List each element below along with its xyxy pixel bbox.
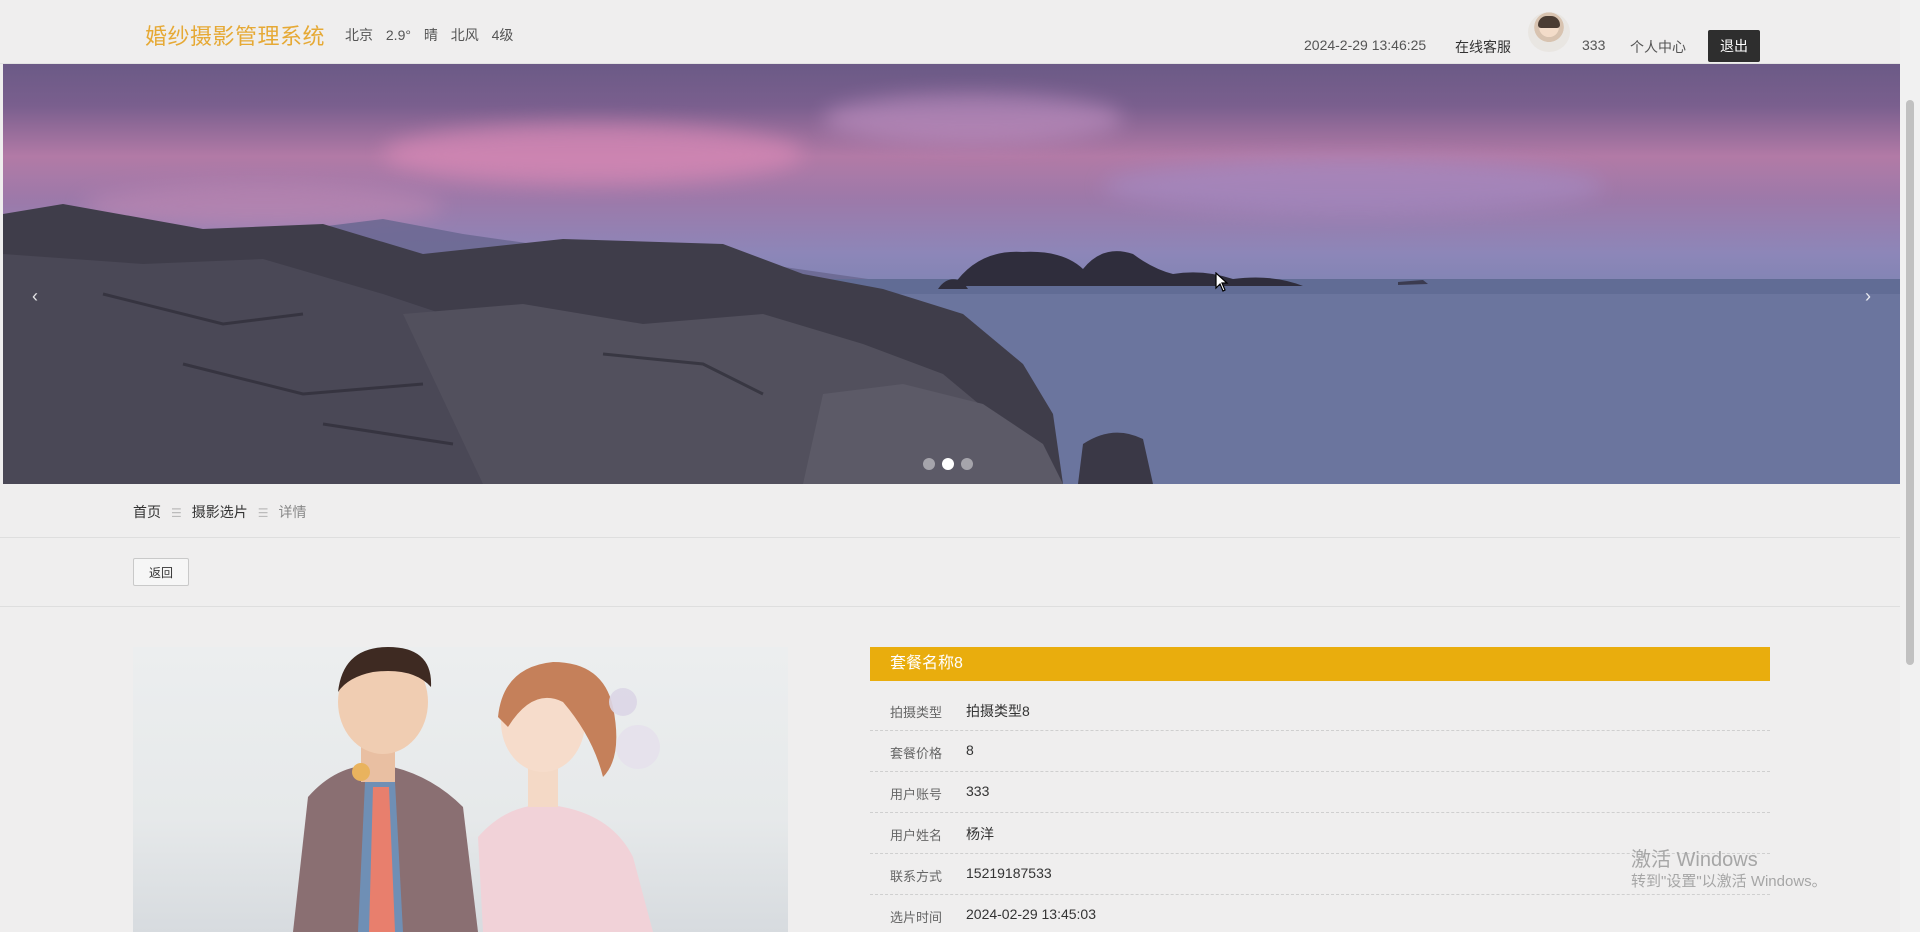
breadcrumb-home[interactable]: 首页 bbox=[133, 504, 161, 520]
detail-label: 用户姓名 bbox=[890, 828, 943, 843]
top-header: 婚纱摄影管理系统 北京 2.9° 晴 北风 4级 2024-2-29 13:46… bbox=[0, 0, 1900, 64]
banner-carousel: ‹ › bbox=[3, 64, 1900, 484]
package-photo bbox=[133, 647, 788, 932]
detail-label: 拍摄类型 bbox=[890, 705, 943, 720]
carousel-dot-2[interactable] bbox=[942, 458, 954, 470]
detail-value: 333 bbox=[966, 783, 990, 799]
username-label: 333 bbox=[1582, 37, 1606, 53]
windows-activation-watermark: 激活 Windows bbox=[1631, 849, 1758, 871]
scrollbar-thumb[interactable] bbox=[1906, 100, 1914, 665]
site-logo[interactable]: 婚纱摄影管理系统 bbox=[145, 19, 325, 51]
current-datetime: 2024-2-29 13:46:25 bbox=[1304, 37, 1427, 53]
back-button[interactable]: 返回 bbox=[133, 558, 189, 586]
breadcrumb-current: 详情 bbox=[278, 504, 307, 520]
detail-value: 2024-02-29 13:45:03 bbox=[966, 906, 1096, 922]
carousel-prev-arrow[interactable]: ‹ bbox=[23, 276, 47, 316]
weather-condition: 晴 bbox=[423, 27, 438, 43]
profile-center-link[interactable]: 个人中心 bbox=[1630, 37, 1686, 57]
weather-wind: 北风 bbox=[450, 27, 479, 43]
online-service-link[interactable]: 在线客服 bbox=[1455, 37, 1511, 57]
divider bbox=[0, 606, 1900, 607]
banner-landscape bbox=[3, 204, 1900, 484]
breadcrumb: 首页 ☰ 摄影选片 ☰ 详情 bbox=[133, 502, 307, 522]
carousel-indicators bbox=[923, 457, 980, 475]
detail-label: 选片时间 bbox=[890, 910, 943, 925]
carousel-dot-3[interactable] bbox=[961, 458, 973, 470]
package-name-title: 套餐名称8 bbox=[870, 647, 1770, 681]
weather-city: 北京 bbox=[345, 27, 373, 43]
weather-wind-level: 4级 bbox=[491, 27, 514, 43]
breadcrumb-separator-icon: ☰ bbox=[171, 506, 182, 520]
weather-temperature: 2.9° bbox=[385, 27, 411, 43]
carousel-dot-1[interactable] bbox=[923, 458, 935, 470]
breadcrumb-separator-icon: ☰ bbox=[257, 506, 269, 520]
detail-row: 套餐价格 8 bbox=[870, 731, 1770, 772]
detail-label: 用户账号 bbox=[890, 787, 943, 802]
detail-row: 拍摄类型 拍摄类型8 bbox=[870, 690, 1770, 731]
detail-value: 8 bbox=[966, 742, 974, 758]
detail-value: 杨洋 bbox=[966, 826, 994, 842]
carousel-next-arrow[interactable]: › bbox=[1856, 276, 1880, 316]
detail-row: 用户账号 333 bbox=[870, 772, 1770, 813]
breadcrumb-section[interactable]: 摄影选片 bbox=[192, 504, 248, 520]
detail-value: 拍摄类型8 bbox=[966, 703, 1030, 719]
detail-label: 联系方式 bbox=[890, 869, 943, 884]
weather-widget: 北京 2.9° 晴 北风 4级 bbox=[345, 25, 522, 45]
detail-row: 选片时间 2024-02-29 13:45:03 bbox=[870, 895, 1770, 932]
user-avatar[interactable] bbox=[1528, 12, 1570, 52]
detail-label: 套餐价格 bbox=[890, 746, 943, 761]
mouse-cursor-icon bbox=[1215, 272, 1229, 292]
page-scrollbar[interactable] bbox=[1900, 0, 1920, 932]
windows-activation-hint: 转到"设置"以激活 Windows。 bbox=[1631, 873, 1827, 890]
divider bbox=[0, 537, 1900, 538]
detail-value: 15219187533 bbox=[966, 865, 1052, 881]
logout-button[interactable]: 退出 bbox=[1708, 30, 1760, 62]
couple-photo-illustration bbox=[293, 647, 660, 932]
